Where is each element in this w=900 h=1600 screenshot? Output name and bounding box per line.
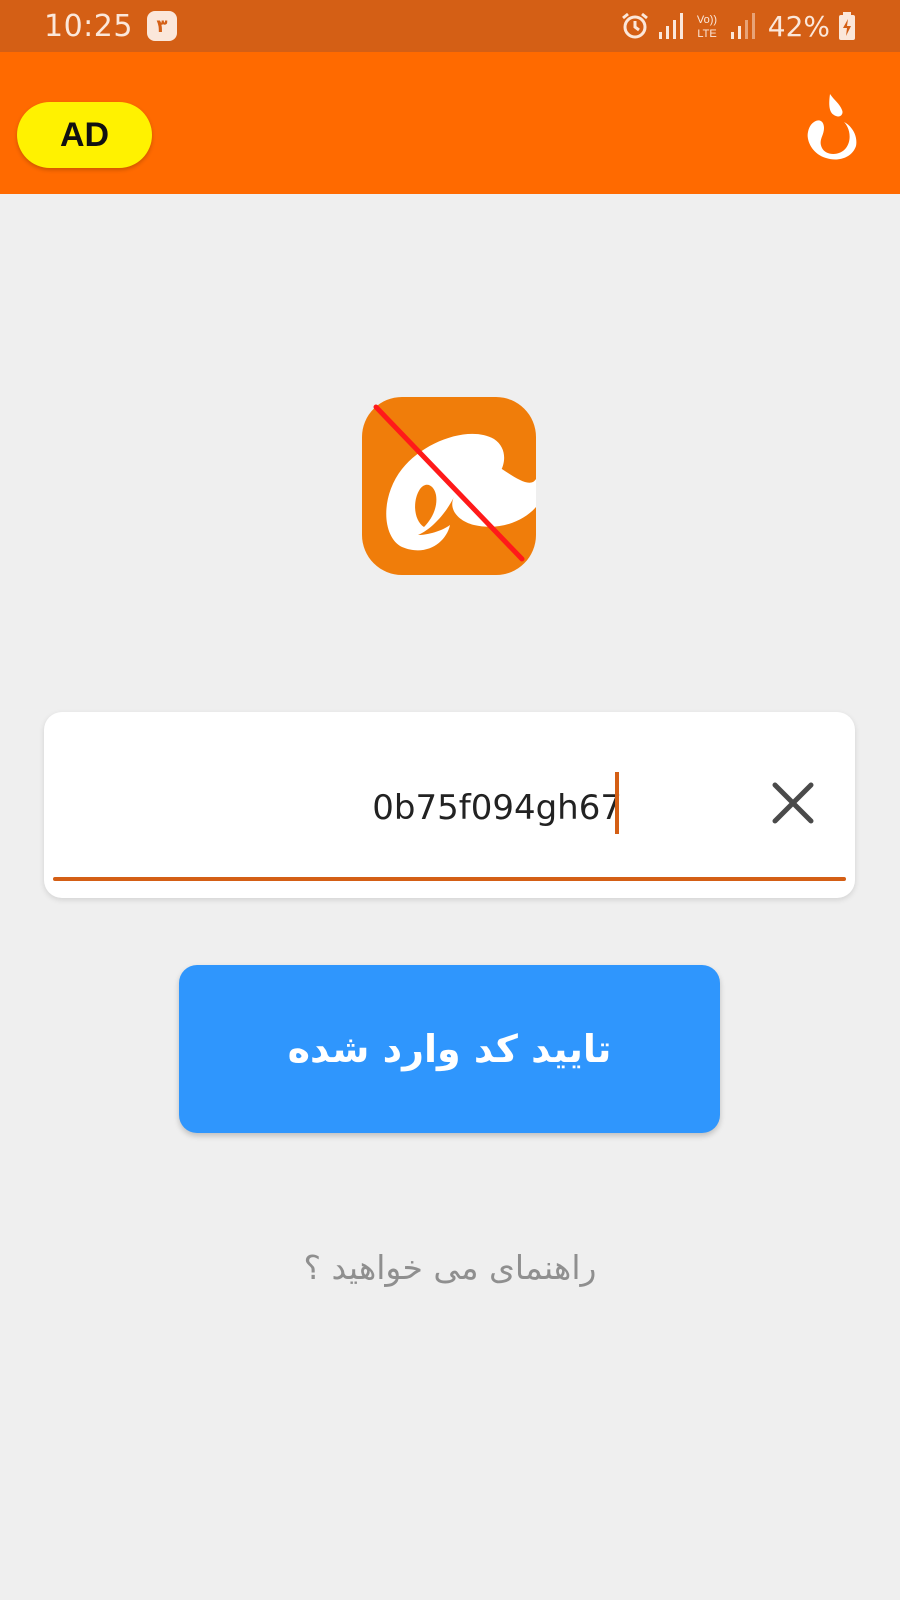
app-logo-icon: [362, 397, 536, 575]
status-right: Vo)) LTE 42%: [620, 10, 856, 43]
battery-percent: 42%: [767, 9, 830, 43]
app-bar: AD: [0, 52, 900, 194]
status-left: 10:25 ٣: [44, 9, 177, 44]
code-input[interactable]: [104, 772, 624, 844]
signal-icon: [730, 12, 756, 40]
status-time: 10:25: [44, 8, 133, 44]
signal-icon: [658, 12, 684, 40]
close-icon: [771, 781, 815, 828]
svg-text:Vo)): Vo)): [697, 14, 717, 26]
alarm-icon: [620, 11, 650, 41]
notification-badge: ٣: [146, 11, 177, 41]
clear-button[interactable]: [761, 772, 825, 836]
screen: 10:25 ٣ Vo)) LTE 42% AD 0b75f094gh67 تای…: [0, 0, 900, 1600]
volte-icon: Vo)) LTE: [692, 11, 722, 41]
status-bar: 10:25 ٣ Vo)) LTE 42%: [0, 0, 900, 52]
svg-text:LTE: LTE: [697, 28, 716, 40]
confirm-code-button[interactable]: تایید کد وارد شده: [179, 965, 720, 1133]
ad-button[interactable]: AD: [17, 102, 152, 168]
text-caret: [615, 772, 619, 834]
help-link[interactable]: راهنمای می خواهید ؟: [0, 1248, 900, 1287]
battery-charging-icon: [838, 11, 856, 41]
flame-logo-icon[interactable]: [800, 92, 858, 162]
input-underline: [53, 877, 846, 881]
code-entry-card: [44, 712, 855, 898]
